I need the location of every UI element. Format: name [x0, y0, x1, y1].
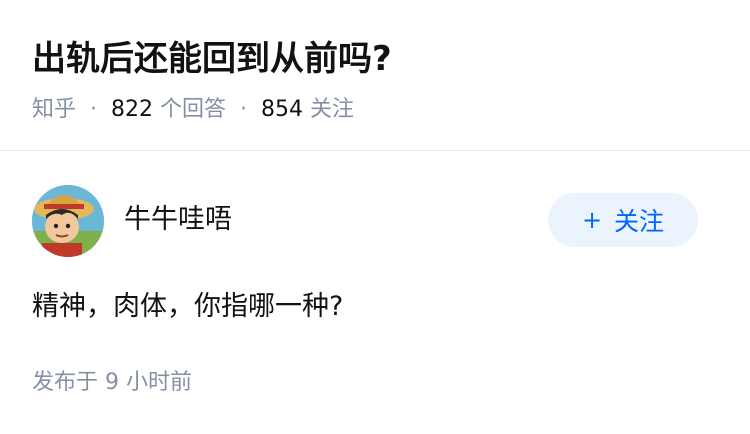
separator-dot: · — [90, 97, 98, 122]
follow-count-label: 关注 — [310, 97, 355, 122]
avatar[interactable] — [32, 185, 104, 257]
publish-time-prefix: 发布于 — [32, 370, 99, 395]
separator-dot: · — [240, 97, 248, 122]
follow-count: 854 — [261, 97, 304, 122]
question-title[interactable]: 出轨后还能回到从前吗? — [32, 34, 392, 84]
author-name[interactable]: 牛牛哇唔 — [124, 201, 232, 239]
avatar-cartoon-icon — [32, 185, 104, 257]
answer-card: 牛牛哇唔 + 关注 精神，肉体，你指哪一种? 发布于 9 小时前 — [0, 151, 750, 434]
publish-time: 发布于 9 小时前 — [32, 367, 192, 399]
source-label: 知乎 — [32, 97, 77, 122]
plus-icon: + — [581, 206, 603, 234]
follow-button[interactable]: + 关注 — [548, 193, 698, 247]
publish-time-value: 9 小时前 — [105, 370, 193, 395]
answer-count-label: 个回答 — [160, 97, 227, 122]
answer-content: 精神，肉体，你指哪一种? — [32, 291, 344, 322]
answer-count: 822 — [111, 97, 154, 122]
question-meta: 知乎 · 822 个回答 · 854 关注 — [32, 94, 354, 126]
follow-button-label: 关注 — [614, 207, 665, 236]
question-header: 出轨后还能回到从前吗? 知乎 · 822 个回答 · 854 关注 — [0, 0, 750, 151]
